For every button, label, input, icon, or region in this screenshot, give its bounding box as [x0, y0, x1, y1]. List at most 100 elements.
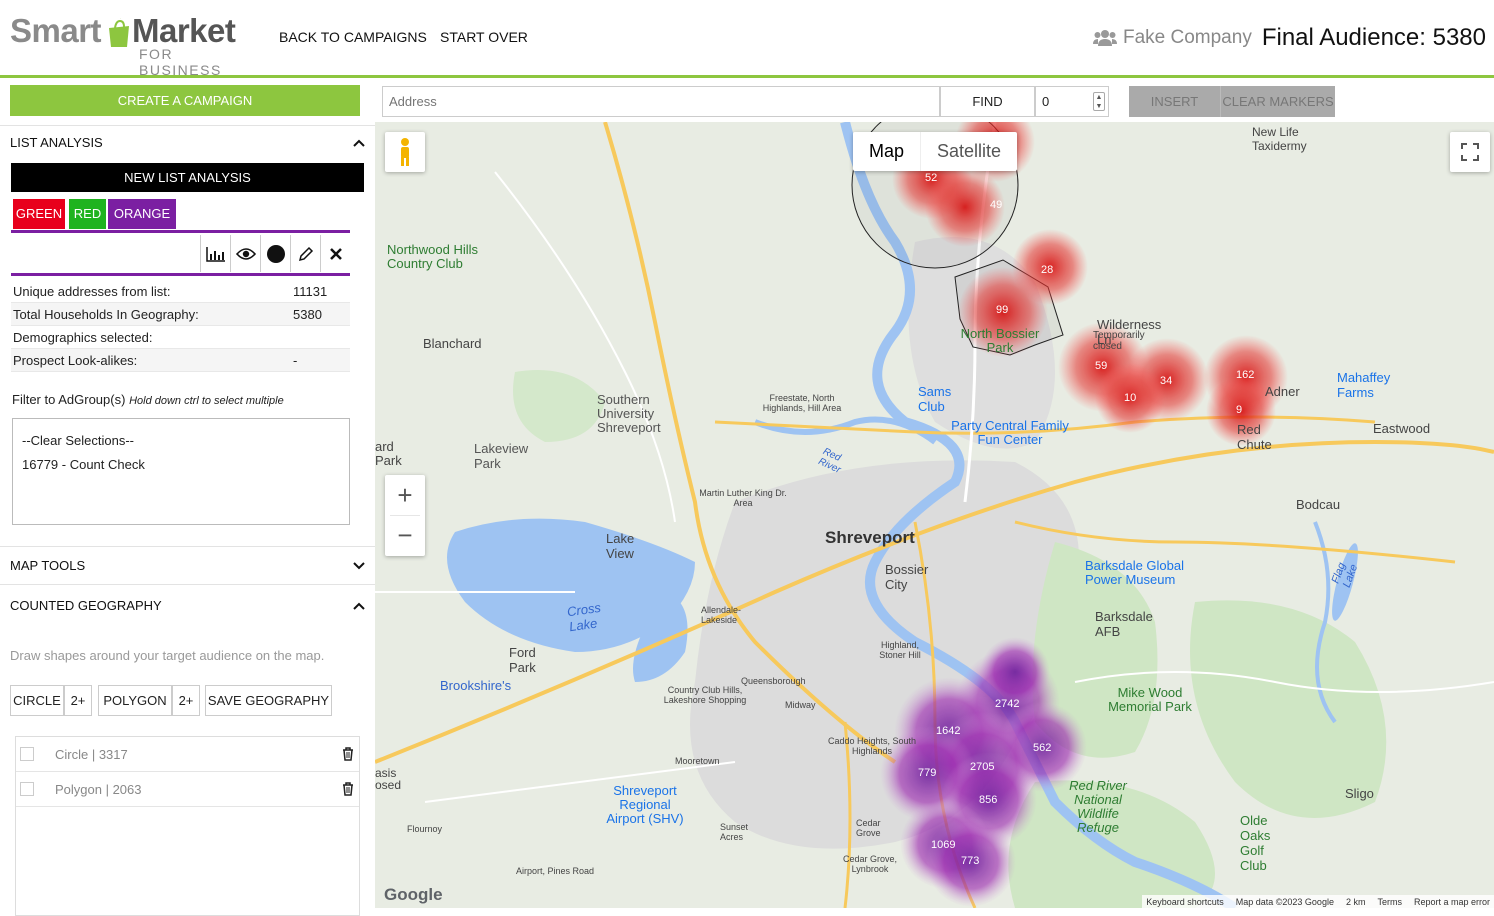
counted-geography-header[interactable]: COUNTED GEOGRAPHY — [10, 598, 365, 613]
street-view-pegman-icon[interactable] — [385, 132, 425, 172]
color-divider-bottom — [11, 273, 350, 276]
select-option[interactable]: 16779 - Count Check — [22, 453, 340, 477]
place-label: Party Central Family Fun Center — [951, 418, 1069, 447]
cluster-label: 779 — [918, 767, 937, 779]
final-audience: Final Audience: 5380 — [1261, 24, 1486, 51]
terms-link[interactable]: Terms — [1377, 897, 1402, 907]
cluster-label: 52 — [925, 172, 938, 184]
spinner-arrows-icon[interactable]: ▲ ▼ — [1093, 92, 1105, 111]
map-type-map-button[interactable]: Map — [853, 132, 920, 171]
trash-icon[interactable] — [342, 782, 354, 796]
zoom-in-button[interactable]: + — [397, 475, 412, 515]
company-audience: Fake Company Final Audience: 5380 — [1092, 24, 1486, 52]
trash-icon[interactable] — [342, 747, 354, 761]
place-label: North Bossier Park — [960, 326, 1040, 355]
polygon-tool-button[interactable]: POLYGON — [98, 685, 172, 716]
polygon-multi-button[interactable]: 2+ — [172, 685, 200, 716]
place-label: Northwood Hills Country Club — [387, 242, 479, 271]
place-label: Martin Luther King Dr. Area — [699, 488, 787, 508]
place-label: Red River National Wildlife Refuge — [1069, 778, 1127, 835]
cluster-label: 1069 — [931, 839, 956, 851]
select-option[interactable]: --Clear Selections-- — [22, 429, 340, 453]
place-label: Cedar Grove — [856, 818, 881, 838]
scale-label[interactable]: 2 km — [1346, 897, 1366, 907]
place-label: Sligo — [1345, 786, 1374, 801]
zoom-out-button[interactable]: − — [397, 516, 412, 556]
find-button[interactable]: FIND — [940, 86, 1035, 117]
cluster-label: 856 — [979, 794, 998, 806]
cluster-label: 562 — [1033, 742, 1052, 754]
place-label: Bodcau — [1296, 497, 1341, 512]
cluster-label: 1642 — [936, 725, 961, 737]
google-logo[interactable]: Google — [384, 885, 443, 905]
circle-multi-button[interactable]: 2+ — [64, 685, 92, 716]
shopping-bag-icon — [109, 18, 129, 47]
shape-checkbox[interactable] — [20, 782, 34, 796]
logo-market-text: Market — [132, 12, 236, 49]
app-header: Smart Market FOR BUSINESS BACK TO CAMPAI… — [0, 0, 1494, 78]
shape-checkbox[interactable] — [20, 747, 34, 761]
adgroup-select[interactable]: --Clear Selections-- 16779 - Count Check — [12, 418, 350, 525]
insert-button[interactable]: INSERT — [1129, 86, 1220, 117]
start-over-link[interactable]: START OVER — [440, 29, 528, 45]
stat-row: Prospect Look-alikes: - — [11, 349, 350, 372]
report-error-link[interactable]: Report a map error — [1414, 897, 1490, 907]
bar-chart-icon[interactable] — [200, 235, 230, 272]
place-label: Freestate, North Highlands, Hill Area — [762, 393, 842, 413]
close-icon[interactable] — [320, 235, 350, 272]
clear-markers-button[interactable]: CLEAR MARKERS — [1220, 86, 1335, 117]
place-label: Eastwood — [1373, 421, 1431, 436]
new-list-analysis-button[interactable]: NEW LIST ANALYSIS — [11, 163, 364, 192]
left-panel: LIST ANALYSIS NEW LIST ANALYSIS GREEN RE… — [0, 122, 375, 916]
cluster-label: 9 — [1236, 404, 1243, 416]
cluster-label: 59 — [1095, 360, 1108, 372]
map-footer: Keyboard shortcuts Map data ©2023 Google… — [1142, 895, 1494, 908]
chevron-down-icon[interactable] — [353, 558, 365, 573]
map-canvas[interactable]: 52 49 28 99 59 10 34 162 9 2742 1642 562… — [375, 122, 1494, 908]
fullscreen-icon[interactable] — [1450, 132, 1490, 172]
map-type-toggle: Map Satellite — [853, 132, 1018, 171]
place-label: Mooretown — [675, 756, 720, 766]
place-label: Southern University Shreveport — [597, 392, 661, 435]
keyboard-shortcuts-link[interactable]: Keyboard shortcuts — [1146, 897, 1224, 907]
orange-button[interactable]: ORANGE — [108, 199, 176, 229]
cluster-label: 99 — [996, 304, 1009, 316]
divider — [0, 125, 375, 126]
list-analysis-title: LIST ANALYSIS — [10, 135, 103, 150]
save-geography-button[interactable]: SAVE GEOGRAPHY — [205, 685, 332, 716]
green-button[interactable]: GREEN — [13, 199, 65, 229]
eye-icon[interactable] — [230, 235, 260, 272]
pencil-icon[interactable] — [290, 235, 320, 272]
shape-item[interactable]: Circle | 3317 — [16, 737, 359, 772]
circle-tool-button[interactable]: CIRCLE — [10, 685, 64, 716]
analysis-actions — [200, 235, 350, 272]
create-campaign-button[interactable]: CREATE A CAMPAIGN — [10, 85, 360, 116]
chevron-up-icon[interactable] — [353, 598, 365, 613]
place-label: Country Club Hills, Lakeshore Shopping — [663, 685, 747, 705]
place-label: Lake View — [606, 531, 635, 561]
place-label: Barksdale AFB — [1095, 609, 1153, 639]
place-label: Shreveport Regional Airport (SHV) — [606, 783, 684, 826]
place-label: Sunset Acres — [720, 822, 749, 842]
list-analysis-header[interactable]: LIST ANALYSIS — [10, 135, 365, 150]
map-base — [375, 122, 1494, 908]
back-to-campaigns-link[interactable]: BACK TO CAMPAIGNS — [279, 29, 427, 45]
stat-row: Total Households In Geography: 5380 — [11, 303, 350, 326]
place-label: Cedar Grove, Lynbrook — [842, 854, 898, 874]
address-input[interactable] — [382, 86, 940, 117]
map-tools-header[interactable]: MAP TOOLS — [10, 558, 365, 573]
radius-number-input[interactable]: 0 ▲ ▼ — [1035, 86, 1109, 117]
smartmarket-logo[interactable]: Smart Market FOR BUSINESS — [10, 6, 260, 78]
map-type-satellite-button[interactable]: Satellite — [920, 132, 1017, 171]
place-label: Temporarily closed — [1093, 330, 1145, 352]
red-button[interactable]: RED — [69, 199, 106, 229]
chevron-up-icon[interactable] — [353, 135, 365, 150]
circle-icon[interactable] — [260, 235, 290, 272]
place-label: New Life Taxidermy — [1252, 125, 1307, 153]
shape-item[interactable]: Polygon | 2063 — [16, 772, 359, 807]
place-label: Blanchard — [423, 336, 482, 351]
draw-hint: Draw shapes around your target audience … — [10, 648, 325, 663]
place-label: Adner — [1265, 384, 1300, 399]
logo-smart-text: Smart — [10, 12, 102, 49]
stat-row: Demographics selected: — [11, 326, 350, 349]
